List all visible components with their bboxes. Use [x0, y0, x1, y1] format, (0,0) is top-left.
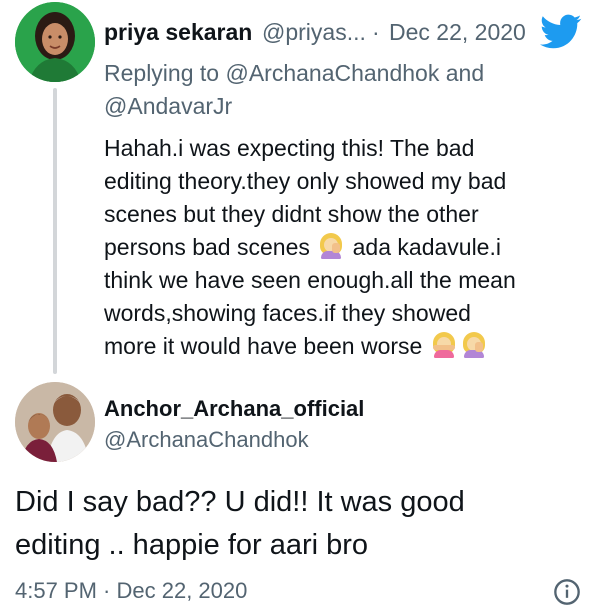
mention-link[interactable]: @ArchanaChandhok	[225, 60, 439, 86]
reply-text: Did I say bad?? U did!! It was good edit…	[15, 481, 585, 567]
woman-gesturing-no-emoji	[431, 332, 457, 358]
reply-timestamp[interactable]: 4:57 PM · Dec 22, 2020	[15, 578, 247, 604]
reply-author-avatar[interactable]	[15, 382, 95, 462]
replying-prefix: Replying to	[104, 60, 226, 86]
author-avatar[interactable]	[15, 2, 95, 82]
tweet-text-line: more it would have been worse	[104, 330, 584, 363]
info-icon[interactable]	[553, 578, 581, 606]
woman-facepalming-emoji	[318, 233, 344, 259]
reply-author-avatar-image	[15, 382, 95, 462]
tweet-text-line: words,showing faces.if they showed	[104, 300, 471, 326]
tweet-date[interactable]: Dec 22, 2020	[389, 19, 526, 46]
woman-facepalming-emoji	[461, 332, 487, 358]
replying-to: Replying to @ArchanaChandhok and	[104, 60, 484, 87]
author-name[interactable]: priya sekaran	[104, 19, 252, 46]
author-avatar-image	[15, 2, 95, 82]
tweet-text-segment: ada kadavule.i	[352, 234, 501, 260]
reply-author-handle[interactable]: @ArchanaChandhok	[104, 427, 309, 453]
mention-link[interactable]: @AndavarJr	[104, 93, 232, 119]
replying-to-continued: @AndavarJr	[104, 93, 232, 120]
tweet-text-line: persons bad scenes ada kadavule.i	[104, 231, 584, 264]
thread-connector-line	[53, 88, 57, 374]
twitter-bird-icon	[540, 14, 582, 49]
tweet-text-segment: persons bad scenes	[104, 234, 310, 260]
tweet-text-segment: more it would have been worse	[104, 333, 423, 359]
reply-author-name[interactable]: Anchor_Archana_official	[104, 396, 364, 422]
reply-text-line: Did I say bad?? U did!! It was good	[15, 486, 465, 518]
reply-text-line: editing .. happie for aari bro	[15, 529, 369, 561]
tweet-text-line: scenes but they didnt show the other	[104, 201, 479, 227]
meta-separator: ·	[372, 19, 380, 45]
tweet-text-line: editing theory.they only showed my bad	[104, 168, 507, 194]
tweet-text: Hahah.i was expecting this! The bad edit…	[104, 132, 584, 363]
tweet-text-line: Hahah.i was expecting this! The bad	[104, 135, 475, 161]
tweet-text-line: think we have seen enough.all the mean	[104, 267, 516, 293]
replying-and: and	[439, 60, 485, 86]
author-handle[interactable]: @priyas...	[262, 19, 366, 46]
